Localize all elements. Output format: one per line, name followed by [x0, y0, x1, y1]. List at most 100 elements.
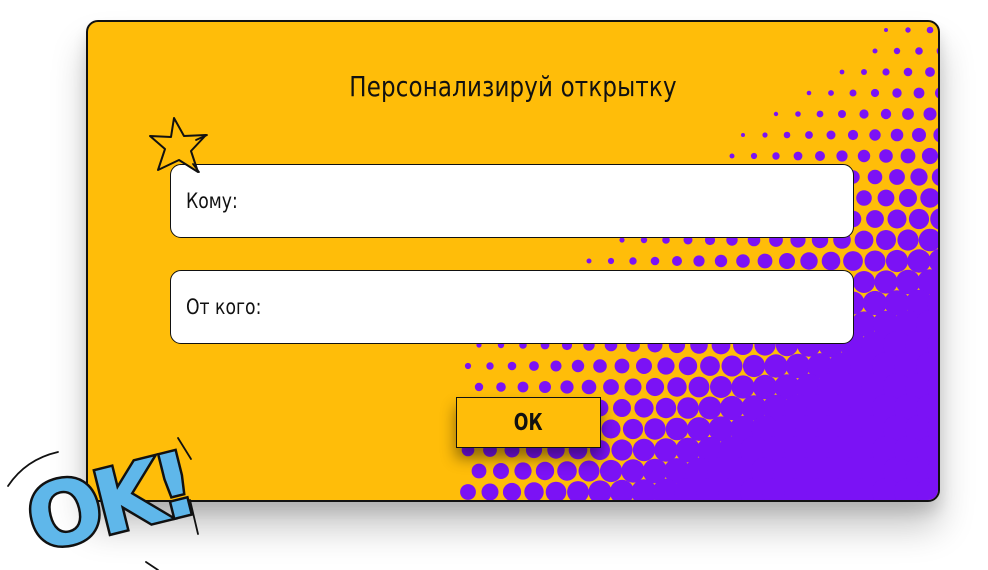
halftone-dot	[815, 151, 825, 161]
halftone-dot	[773, 415, 801, 443]
halftone-dot	[817, 415, 845, 443]
halftone-dot	[729, 153, 735, 159]
halftone-dot	[916, 394, 938, 422]
sender-field-label: От кого:	[186, 295, 262, 319]
halftone-dot	[825, 499, 837, 500]
halftone-dot	[935, 87, 938, 99]
halftone-dot	[784, 478, 812, 500]
halftone-dot	[861, 373, 889, 401]
halftone-dot	[850, 436, 878, 464]
halftone-dot	[696, 478, 724, 500]
halftone-dot	[741, 133, 745, 137]
halftone-dot	[529, 361, 539, 371]
halftone-dot	[740, 436, 768, 464]
halftone-dot	[493, 463, 509, 479]
halftone-dot	[718, 436, 746, 464]
halftone-dot	[850, 352, 878, 380]
halftone-dot	[843, 251, 863, 271]
halftone-dot	[854, 230, 874, 250]
halftone-dot	[614, 358, 630, 374]
personalize-card: Персонализируй открытку Кому: От кого: О…	[86, 20, 940, 502]
ok-button[interactable]: ОК	[456, 397, 601, 448]
halftone-dot	[839, 457, 867, 485]
halftone-dot	[817, 457, 845, 485]
halftone-dot	[903, 67, 913, 77]
halftone-dot	[916, 478, 938, 500]
halftone-dot	[851, 311, 877, 337]
recipient-field[interactable]: Кому:	[170, 164, 854, 238]
halftone-dot	[757, 253, 773, 269]
halftone-dot	[864, 250, 886, 272]
halftone-dot	[607, 257, 615, 265]
halftone-dot	[816, 110, 824, 118]
halftone-dot	[710, 376, 732, 398]
halftone-dot	[736, 254, 750, 268]
halftone-dot	[910, 168, 928, 186]
halftone-dot	[622, 418, 644, 440]
halftone-dot	[655, 397, 677, 419]
halftone-dot	[772, 152, 780, 160]
halftone-dot	[687, 417, 711, 441]
halftone-dot	[828, 394, 856, 422]
star-icon	[149, 117, 208, 173]
halftone-dot	[900, 148, 916, 164]
halftone-dot	[535, 461, 555, 481]
halftone-dot	[740, 478, 768, 500]
halftone-dot	[883, 373, 911, 401]
halftone-dot	[885, 249, 909, 273]
halftone-dot	[872, 352, 900, 380]
halftone-dot	[874, 270, 898, 294]
halftone-dot	[631, 479, 657, 500]
halftone-dot	[642, 458, 668, 484]
halftone-dot	[920, 188, 938, 208]
halftone-dot	[883, 331, 911, 359]
halftone-dot	[795, 415, 823, 443]
halftone-dot	[731, 375, 755, 399]
halftone-dot	[764, 354, 788, 378]
halftone-dot	[856, 190, 872, 206]
halftone-dot	[913, 87, 925, 99]
halftone-dot	[652, 478, 680, 500]
halftone-dot	[644, 418, 666, 440]
halftone-dot	[654, 438, 678, 462]
halftone-dot	[905, 289, 933, 317]
halftone-dot	[609, 479, 635, 500]
halftone-dot	[784, 394, 812, 422]
halftone-dot	[861, 415, 889, 443]
halftone-dot	[908, 208, 930, 230]
halftone-dot	[861, 331, 889, 359]
halftone-dot	[916, 310, 938, 338]
halftone-dot	[664, 458, 690, 484]
halftone-dot	[925, 67, 935, 77]
halftone-dot	[870, 88, 880, 98]
halftone-dot	[927, 415, 938, 443]
halftone-dot	[773, 457, 801, 485]
halftone-dot	[707, 457, 735, 485]
halftone-dot	[613, 399, 631, 417]
halftone-dot	[750, 152, 758, 160]
halftone-dot	[741, 395, 767, 421]
halftone-dot	[671, 499, 683, 500]
halftone-dot	[645, 377, 665, 397]
halftone-dot	[806, 436, 834, 464]
halftone-dot	[930, 208, 938, 230]
halftone-dot	[714, 254, 728, 268]
halftone-dot	[928, 248, 938, 274]
halftone-dot	[806, 478, 834, 500]
sender-field[interactable]: От кого:	[170, 270, 854, 344]
halftone-dot	[759, 499, 771, 500]
halftone-dot	[657, 357, 675, 375]
halftone-dot	[721, 355, 743, 377]
halftone-dot	[889, 169, 905, 185]
halftone-dot	[897, 229, 919, 251]
halftone-dot	[752, 374, 778, 400]
halftone-dot	[560, 380, 574, 394]
halftone-dot	[882, 68, 890, 76]
halftone-dot	[571, 359, 585, 373]
halftone-dot	[883, 457, 911, 485]
halftone-dot	[719, 395, 745, 421]
halftone-dot	[890, 128, 904, 142]
halftone-dot	[795, 111, 801, 117]
halftone-dot	[667, 377, 687, 397]
halftone-dot	[872, 48, 878, 54]
